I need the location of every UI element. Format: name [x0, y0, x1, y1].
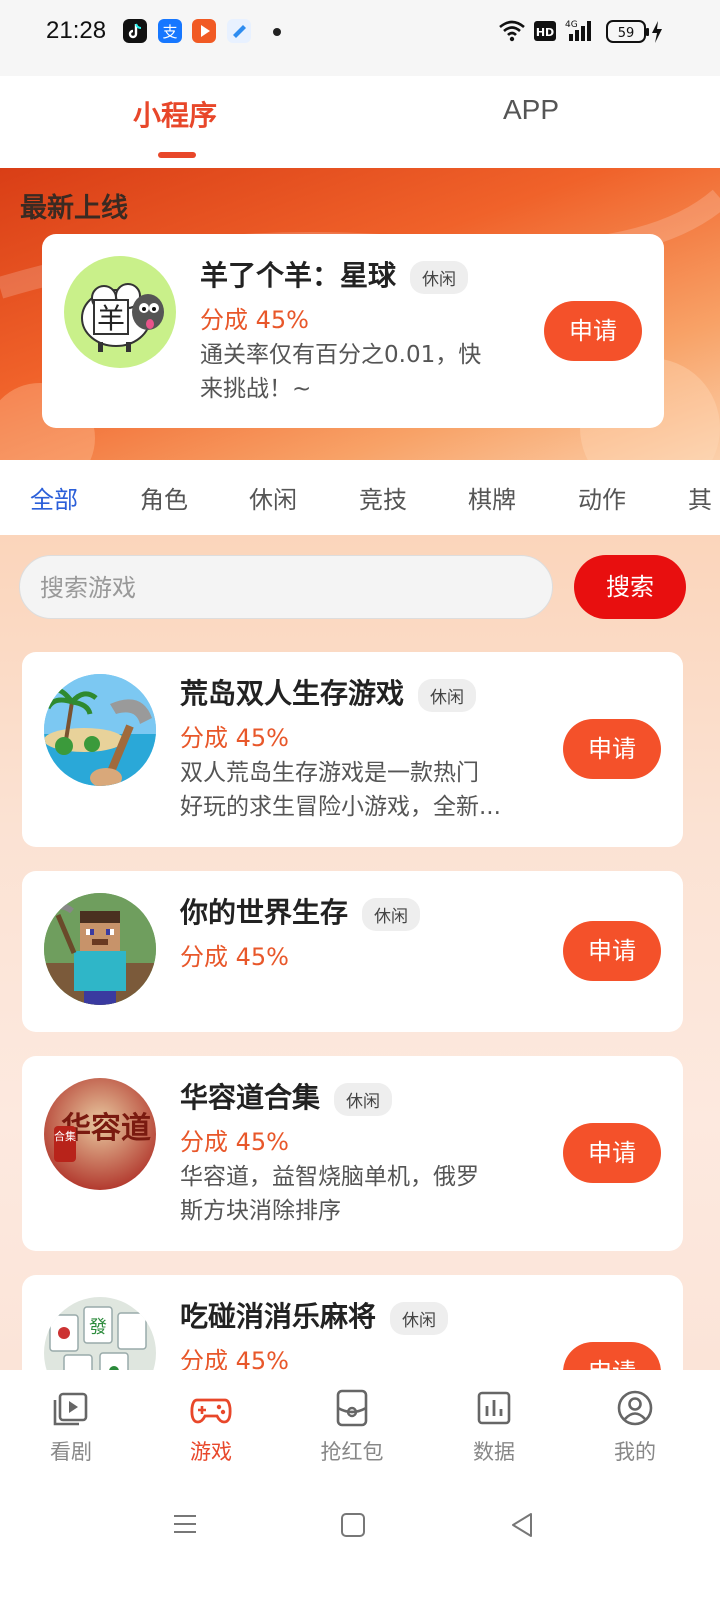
video-app-icon: [192, 19, 216, 43]
tiktok-icon: [123, 19, 147, 43]
bottom-nav: 看剧 游戏 抢红包 数据 我的: [0, 1370, 720, 1480]
user-icon: [617, 1390, 653, 1426]
game-desc-line1: 双人荒岛生存游戏是一款热门: [180, 760, 479, 786]
category-action[interactable]: 动作: [578, 480, 626, 515]
svg-text:羊: 羊: [97, 302, 125, 335]
nav-label: 看剧: [50, 1440, 92, 1464]
red-packet-icon: [336, 1389, 368, 1427]
active-tab-indicator: [158, 152, 196, 158]
game-card[interactable]: 你的世界生存 休闲 分成 45% 申请: [22, 871, 683, 1032]
game-avatar-mahjong: 發: [44, 1297, 156, 1370]
featured-game-tag: 休闲: [410, 260, 469, 294]
game-share: 分成 45%: [180, 1128, 289, 1156]
nav-item-games[interactable]: 游戏: [161, 1388, 261, 1466]
notification-dot: [273, 28, 281, 36]
game-tag: 休闲: [418, 678, 477, 712]
game-card[interactable]: 荒岛双人生存游戏 休闲 分成 45% 双人荒岛生存游戏是一款热门 好玩的求生冒险小…: [22, 652, 683, 847]
chart-icon: [477, 1391, 511, 1425]
apply-button[interactable]: 申请: [563, 719, 661, 779]
nav-item-data[interactable]: 数据: [444, 1388, 544, 1466]
category-casual[interactable]: 休闲: [249, 480, 297, 515]
game-list-area: 搜索游戏 搜索 荒岛双人生存游戏 休闲 分成 45% 双人荒岛生存游戏是一款热门 …: [0, 535, 720, 1370]
game-title: 你的世界生存: [180, 896, 349, 929]
game-share: 分成 45%: [180, 1347, 289, 1370]
game-share: 分成 45%: [180, 724, 289, 752]
tab-mini-program[interactable]: 小程序: [133, 94, 217, 134]
back-icon[interactable]: [507, 1510, 537, 1540]
home-icon[interactable]: [338, 1510, 368, 1540]
game-desc-line2: 好玩的求生冒险小游戏，全新...: [180, 794, 501, 820]
game-name-island: 荒岛双人生存游戏 休闲: [180, 672, 477, 712]
gamepad-icon: [190, 1398, 232, 1424]
category-role[interactable]: 角色: [140, 480, 188, 515]
game-avatar-island: [44, 674, 156, 786]
nav-item-drama[interactable]: 看剧: [21, 1388, 121, 1466]
top-tab-bar: 小程序 APP: [0, 76, 720, 168]
status-bar: 21:28 支 HD 4G 59: [0, 0, 720, 76]
game-desc-line1: 华容道，益智烧脑单机，俄罗: [180, 1164, 479, 1190]
game-title: 荒岛双人生存游戏: [180, 677, 405, 710]
svg-text:59: 59: [618, 26, 635, 41]
game-name-huarongdao: 华容道合集 休闲: [180, 1076, 393, 1116]
game-avatar-world: [44, 893, 156, 1005]
category-tabs: 全部 角色 休闲 竞技 棋牌 动作 其: [0, 460, 720, 535]
game-avatar-huarongdao: 华容道 合集: [44, 1078, 156, 1190]
game-tag: 休闲: [334, 1082, 393, 1116]
search-button[interactable]: 搜索: [574, 555, 686, 619]
game-title: 吃碰消消乐麻将: [180, 1300, 377, 1333]
category-all[interactable]: 全部: [30, 480, 78, 515]
category-board[interactable]: 棋牌: [468, 480, 516, 515]
search-input[interactable]: 搜索游戏: [19, 555, 553, 619]
wifi-icon: [498, 18, 526, 46]
featured-game-desc-line1: 通关率仅有百分之0.01，快: [200, 342, 482, 368]
game-title: 华容道合集: [180, 1081, 321, 1114]
svg-text:支: 支: [162, 23, 177, 41]
alipay-icon: 支: [158, 19, 182, 43]
app-icon: [227, 19, 251, 43]
svg-text:4G: 4G: [565, 20, 578, 30]
nav-item-mine[interactable]: 我的: [585, 1388, 685, 1466]
featured-game-share: 分成 45%: [200, 306, 309, 334]
system-nav-bar: [0, 1480, 720, 1600]
svg-text:發: 發: [89, 1317, 107, 1338]
category-other[interactable]: 其: [688, 480, 712, 515]
nav-label: 抢红包: [320, 1440, 384, 1464]
nav-label: 数据: [473, 1440, 515, 1464]
apply-button[interactable]: 申请: [563, 1342, 661, 1370]
hd-icon: HD: [534, 21, 556, 45]
featured-game-card[interactable]: 羊 羊了个羊：星球 休闲 分成 45% 通关率仅有百分之0.01，快 来挑战！~ …: [42, 234, 664, 428]
apply-button[interactable]: 申请: [563, 921, 661, 981]
featured-game-desc-line2: 来挑战！~: [200, 376, 312, 402]
nav-item-red-packet[interactable]: 抢红包: [302, 1388, 402, 1466]
tab-app[interactable]: APP: [503, 94, 559, 126]
svg-text:合集: 合集: [54, 1129, 76, 1143]
banner-title: 最新上线: [20, 193, 128, 224]
nav-label: 我的: [614, 1440, 656, 1464]
game-name-mahjong: 吃碰消消乐麻将 休闲: [180, 1295, 449, 1335]
play-icon: [53, 1392, 88, 1426]
game-tag: 休闲: [362, 897, 421, 931]
menu-icon[interactable]: [170, 1510, 200, 1538]
battery-icon: 59: [606, 19, 666, 49]
svg-text:HD: HD: [536, 26, 554, 39]
game-card[interactable]: 發 吃碰消消乐麻将休闲 分成 45% 申请: [22, 1275, 683, 1370]
game-share: 分成 45%: [180, 943, 289, 971]
featured-apply-button[interactable]: 申请: [544, 301, 642, 361]
featured-game-title: 羊了个羊：星球: [200, 259, 397, 292]
game-tag: 休闲: [390, 1301, 449, 1335]
game-desc-line2: 斯方块消除排序: [180, 1198, 341, 1224]
signal-icon: 4G: [565, 18, 595, 46]
status-time: 21:28: [46, 17, 107, 44]
featured-game-avatar: 羊: [64, 256, 176, 368]
game-name-world: 你的世界生存 休闲: [180, 891, 421, 931]
nav-label: 游戏: [190, 1440, 232, 1464]
latest-banner: 最新上线 羊 羊了个羊：星球 休闲 分成 45% 通关率仅有百分之0.01，快 来…: [0, 168, 720, 460]
featured-game-name: 羊了个羊：星球 休闲: [200, 254, 469, 294]
category-competitive[interactable]: 竞技: [359, 480, 407, 515]
game-card[interactable]: 华容道 合集 华容道合集 休闲 分成 45% 华容道，益智烧脑单机，俄罗 斯方块消…: [22, 1056, 683, 1251]
apply-button[interactable]: 申请: [563, 1123, 661, 1183]
